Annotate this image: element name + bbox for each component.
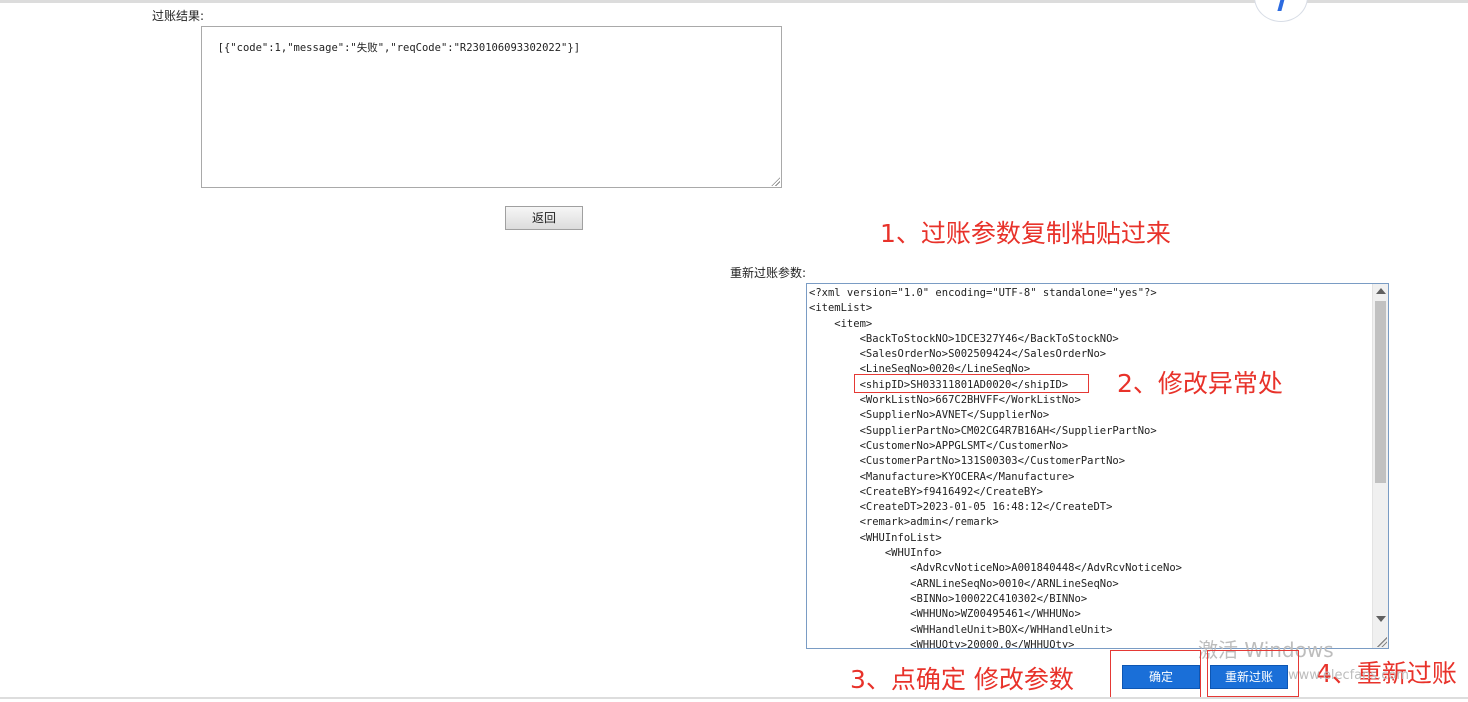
scroll-down-arrow-icon[interactable] xyxy=(1376,616,1386,622)
annotation-step1: 1、过账参数复制粘贴过来 xyxy=(880,219,1171,248)
scroll-up-arrow-icon[interactable] xyxy=(1376,288,1386,294)
xml-line: <Manufacture>KYOCERA</Manufacture> xyxy=(809,470,1075,483)
back-button[interactable]: 返回 xyxy=(505,206,583,230)
xml-line: <?xml version="1.0" encoding="UTF-8" sta… xyxy=(809,287,1157,299)
resize-handle[interactable] xyxy=(1377,637,1387,647)
confirm-highlight-box xyxy=(1110,650,1201,699)
xml-line: <WHHUQty>20000.0</WHHUQty> xyxy=(809,638,1075,649)
xml-line: <WHHUNo>WZ00495461</WHHUNo> xyxy=(809,608,1081,621)
result-text: [{"code":1,"message":"失败","reqCode":"R23… xyxy=(217,42,581,54)
floating-help-icon[interactable] xyxy=(1254,0,1308,22)
xml-line: <WHUInfoList> xyxy=(809,531,942,544)
xml-line: <SupplierPartNo>CM02CG4R7B16AH</Supplier… xyxy=(809,424,1157,437)
xml-line: <item> xyxy=(809,317,873,330)
resize-handle[interactable] xyxy=(771,177,780,186)
site-watermark: www.elecfans.com xyxy=(1288,668,1410,683)
top-divider xyxy=(0,0,1468,3)
xml-line: <CustomerPartNo>131S00303</CustomerPartN… xyxy=(809,455,1126,468)
xml-content: <?xml version="1.0" encoding="UTF-8" sta… xyxy=(809,286,1182,649)
xml-line: <CustomerNo>APPGLSMT</CustomerNo> xyxy=(809,439,1069,452)
xml-line: <CreateBY>f9416492</CreateBY> xyxy=(809,485,1043,498)
xml-line: <remark>admin</remark> xyxy=(809,516,999,529)
scroll-thumb[interactable] xyxy=(1375,301,1386,483)
xml-line: <WHHandleUnit>BOX</WHHandleUnit> xyxy=(809,623,1113,636)
repost-params-label: 重新过账参数: xyxy=(730,266,807,280)
annotation-step2: 2、修改异常处 xyxy=(1117,369,1283,398)
xml-line: <ARNLineSeqNo>0010</ARNLineSeqNo> xyxy=(809,577,1119,590)
result-label: 过账结果: xyxy=(152,9,205,23)
bottom-divider xyxy=(0,697,1468,699)
repost-highlight-box xyxy=(1207,650,1299,697)
xml-line: <AdvRcvNoticeNo>A001840448</AdvRcvNotice… xyxy=(809,562,1182,575)
xml-line: <CreateDT>2023-01-05 16:48:12</CreateDT> xyxy=(809,501,1113,514)
repost-params-textarea[interactable]: <?xml version="1.0" encoding="UTF-8" sta… xyxy=(806,283,1389,649)
xml-line: <WHUInfo> xyxy=(809,547,942,560)
vertical-scrollbar[interactable] xyxy=(1372,284,1388,648)
result-textarea[interactable]: [{"code":1,"message":"失败","reqCode":"R23… xyxy=(201,26,782,188)
xml-line: <itemList> xyxy=(809,302,873,315)
xml-line: <SupplierNo>AVNET</SupplierNo> xyxy=(809,409,1050,422)
xml-line: <BackToStockNO>1DCE327Y46</BackToStockNO… xyxy=(809,332,1119,345)
shipid-highlight-box xyxy=(854,374,1089,393)
xml-line: <SalesOrderNo>S002509424</SalesOrderNo> xyxy=(809,348,1107,361)
xml-line: <BINNo>100022C410302</BINNo> xyxy=(809,592,1088,605)
annotation-step3: 3、点确定 修改参数 xyxy=(850,665,1074,694)
